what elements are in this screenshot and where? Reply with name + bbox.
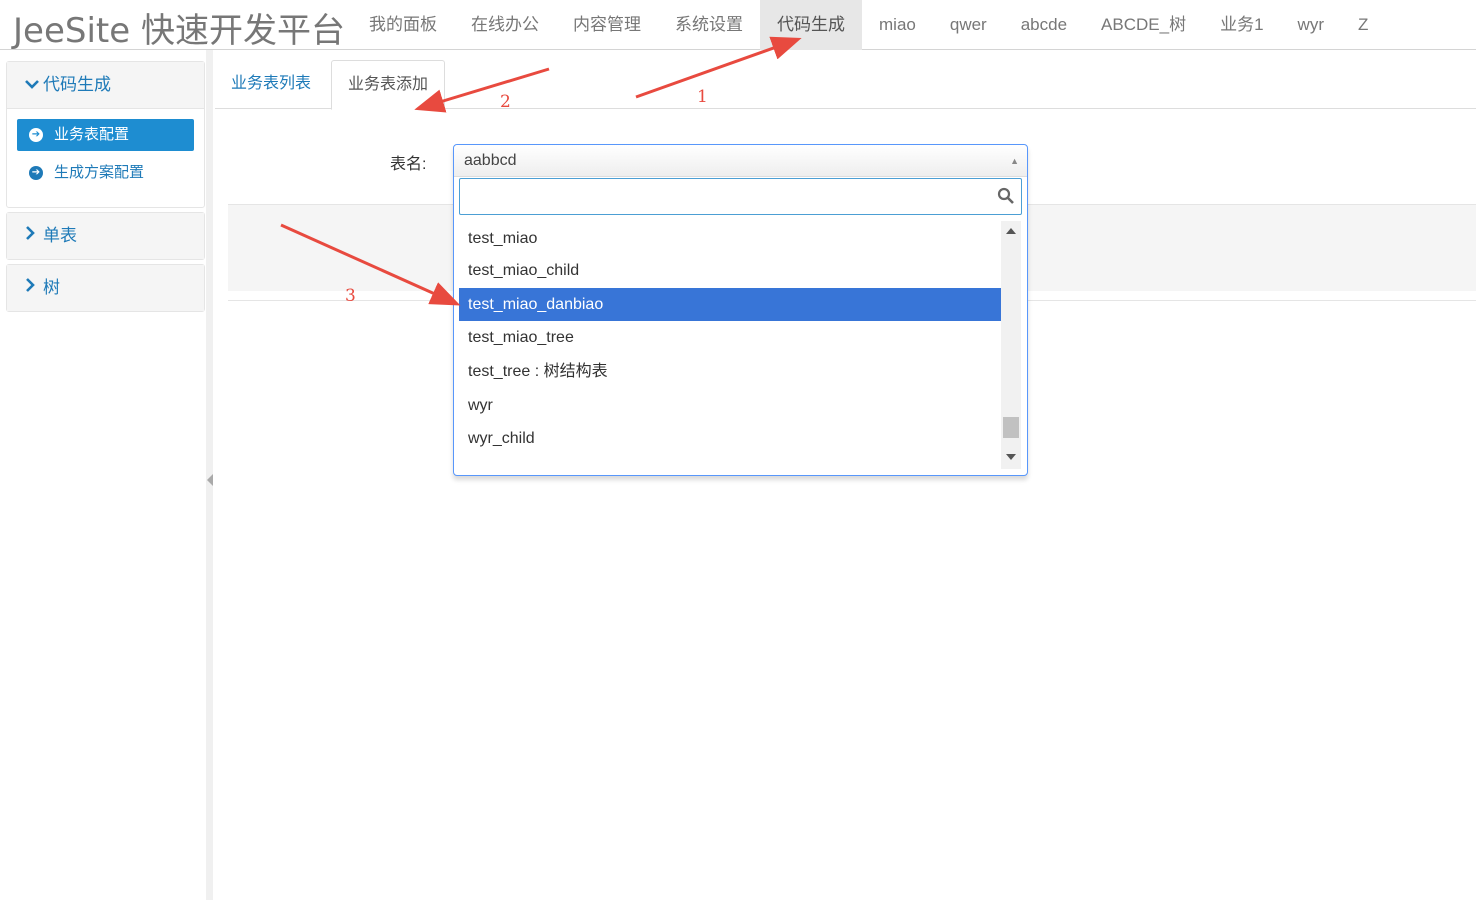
tab-table-add[interactable]: 业务表添加	[331, 60, 446, 110]
select-option[interactable]: test_miao	[459, 224, 1001, 254]
nav-item-settings[interactable]: 系统设置	[658, 0, 760, 50]
select-option[interactable]: wyr_child	[459, 422, 1001, 456]
sidebar-item-label: 业务表配置	[54, 126, 130, 143]
sidebar-group-tree: 树	[6, 264, 205, 312]
chevron-right-icon	[25, 213, 43, 259]
nav-item-qwer[interactable]: qwer	[933, 0, 1004, 50]
app-root: JeeSite 快速开发平台 我的面板 在线办公 内容管理 系统设置 代码生成 …	[0, 0, 1476, 911]
sidebar-group-title: 单表	[43, 226, 77, 245]
search-icon	[997, 187, 1015, 205]
select-option-highlighted[interactable]: test_miao_danbiao	[459, 287, 1001, 322]
nav-item-dashboard[interactable]: 我的面板	[352, 0, 454, 50]
arrow-circle-right-icon: ➔	[29, 166, 43, 180]
nav-item-wyr[interactable]: wyr	[1281, 0, 1341, 50]
sidebar-item-label: 生成方案配置	[54, 164, 145, 181]
select-option[interactable]: test_miao_child	[459, 254, 1001, 288]
select-option[interactable]: test_tree : 树结构表	[459, 355, 1001, 389]
select-search-field[interactable]	[459, 178, 1022, 215]
results-scrollbar[interactable]	[1001, 221, 1021, 469]
scroll-thumb[interactable]	[1003, 417, 1019, 438]
select-results-list: test_miao test_miao_child test_miao_danb…	[459, 224, 1001, 471]
collapse-arrow-icon[interactable]	[207, 474, 213, 486]
select-option[interactable]: test_miao_tree	[459, 321, 1001, 355]
arrow-circle-right-icon: ➔	[29, 128, 43, 142]
nav-item-z[interactable]: Z	[1341, 0, 1385, 50]
caret-up-icon: ▲	[1010, 156, 1019, 166]
nav-item-content[interactable]: 内容管理	[556, 0, 658, 50]
top-navbar: JeeSite 快速开发平台 我的面板 在线办公 内容管理 系统设置 代码生成 …	[0, 0, 1476, 52]
select-current[interactable]: aabbcd ▲	[454, 145, 1027, 177]
scroll-up-icon[interactable]	[1006, 228, 1016, 234]
nav-item-codegen[interactable]: 代码生成	[760, 0, 862, 50]
sidebar-item-scheme-config[interactable]: ➔ 生成方案配置	[17, 157, 194, 189]
tab-table-list[interactable]: 业务表列表	[215, 60, 327, 109]
brand-title[interactable]: JeeSite 快速开发平台	[13, 3, 345, 52]
scroll-down-icon[interactable]	[1006, 454, 1016, 460]
annotation-number-2: 2	[500, 92, 511, 112]
sidebar-group-header-codegen[interactable]: 代码生成	[7, 62, 204, 108]
search-input[interactable]	[460, 179, 980, 214]
select-value: aabbcd	[464, 152, 517, 169]
main-nav: 我的面板 在线办公 内容管理 系统设置 代码生成 miao qwer abcde…	[352, 0, 1385, 50]
chevron-right-icon	[25, 265, 43, 311]
table-name-select[interactable]: aabbcd ▲ test_miao test_miao_child test_…	[453, 144, 1028, 476]
sidebar-group-body: ➔ 业务表配置 ➔ 生成方案配置	[7, 108, 204, 207]
annotation-number-3: 3	[345, 286, 356, 306]
table-name-label: 表名:	[390, 156, 427, 173]
sidebar-group-single-table: 单表	[6, 212, 205, 260]
chevron-down-icon	[25, 62, 43, 108]
sidebar-group-header-single-table[interactable]: 单表	[7, 213, 204, 259]
sidebar: 代码生成 ➔ 业务表配置 ➔ 生成方案配置 单表 树	[6, 61, 205, 316]
annotation-number-1: 1	[697, 87, 708, 107]
nav-item-miao[interactable]: miao	[862, 0, 933, 50]
sidebar-group-header-tree[interactable]: 树	[7, 265, 204, 311]
nav-item-business1[interactable]: 业务1	[1203, 0, 1280, 50]
sidebar-group-title: 树	[43, 278, 60, 297]
nav-item-abcde[interactable]: abcde	[1004, 0, 1084, 50]
nav-item-abcde-tree[interactable]: ABCDE_树	[1084, 0, 1203, 50]
select-option[interactable]: wyr	[459, 389, 1001, 423]
sidebar-group-title: 代码生成	[43, 75, 111, 94]
sidebar-group-codegen: 代码生成 ➔ 业务表配置 ➔ 生成方案配置	[6, 61, 205, 208]
sidebar-item-table-config[interactable]: ➔ 业务表配置	[17, 119, 194, 151]
tab-bar: 业务表列表 业务表添加	[215, 60, 1476, 110]
nav-item-office[interactable]: 在线办公	[454, 0, 556, 50]
